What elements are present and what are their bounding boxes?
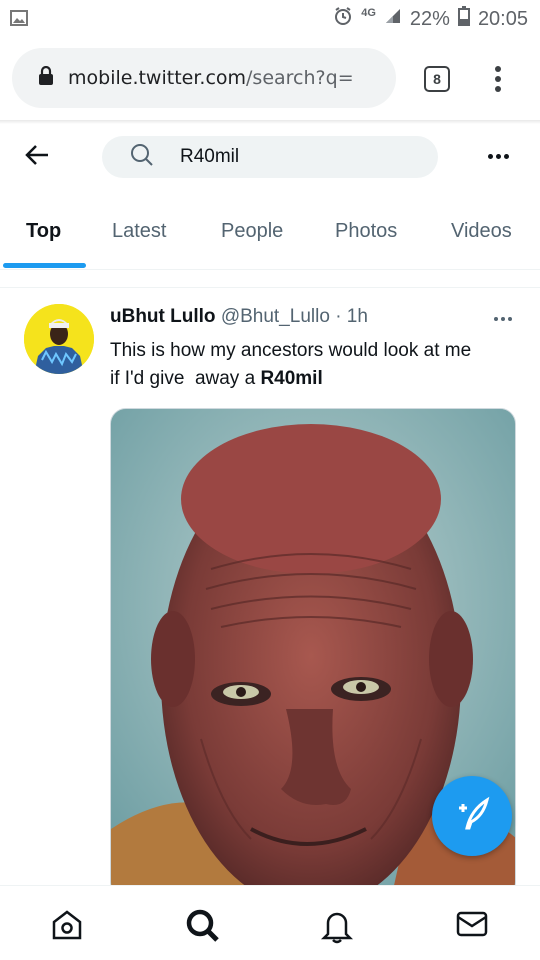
tweet-header: uBhut Lullo @Bhut_Lullo · 1h [110, 306, 368, 328]
status-bar: 4G 22% 20:05 [0, 0, 540, 38]
compose-tweet-icon [453, 796, 491, 837]
more-icon[interactable] [488, 154, 509, 159]
battery-icon [457, 6, 470, 32]
browser-menu-button[interactable] [488, 62, 508, 96]
tweet-hashtag-highlight[interactable]: R40mil [260, 368, 322, 389]
alarm-icon [333, 6, 353, 32]
notifications-bell-icon[interactable] [320, 908, 354, 949]
signal-icon [384, 7, 402, 31]
gallery-notification-icon [10, 10, 28, 31]
active-tab-indicator [3, 263, 86, 268]
back-arrow-icon[interactable] [24, 144, 50, 171]
search-icon [130, 143, 154, 172]
browser-toolbar: mobile.twitter.com/search?q= 8 [0, 38, 540, 120]
tweet-time[interactable]: 1h [347, 306, 368, 327]
address-bar[interactable]: mobile.twitter.com/search?q= [12, 48, 396, 108]
url-domain: mobile.twitter.com [68, 67, 247, 89]
tweet-text: This is how my ancestors would look at m… [110, 337, 520, 393]
author-name[interactable]: uBhut Lullo [110, 306, 216, 327]
url-text: mobile.twitter.com/search?q= [68, 67, 354, 89]
separator-dot: · [335, 306, 342, 327]
author-handle[interactable]: @Bhut_Lullo [221, 306, 330, 327]
search-tabs: Top Latest People Photos Videos [0, 196, 540, 270]
search-input[interactable]: R40mil [102, 136, 438, 178]
clock: 20:05 [477, 7, 528, 30]
search-header: R40mil [0, 124, 540, 188]
bottom-nav [0, 885, 540, 960]
tweet-text-line1: This is how my ancestors would look at m… [110, 340, 472, 361]
home-icon[interactable] [50, 908, 84, 947]
tab-videos[interactable]: Videos [451, 220, 512, 243]
lock-icon [38, 65, 54, 91]
tweet-more-icon[interactable] [494, 317, 512, 321]
tweet-text-line2: if I'd give away a [110, 368, 261, 389]
avatar[interactable] [24, 304, 94, 374]
explore-search-icon[interactable] [185, 908, 221, 949]
tab-people[interactable]: People [221, 220, 283, 243]
tab-latest[interactable]: Latest [112, 220, 166, 243]
battery-percent: 22% [409, 7, 450, 30]
search-query: R40mil [180, 146, 240, 167]
tab-top[interactable]: Top [26, 220, 61, 243]
divider [0, 270, 540, 288]
tab-switcher-button[interactable]: 8 [424, 66, 450, 92]
messages-mail-icon[interactable] [455, 908, 489, 945]
compose-tweet-button[interactable] [432, 776, 512, 856]
network-type-label: 4G [361, 7, 376, 19]
tab-photos[interactable]: Photos [335, 220, 397, 243]
url-path: /search?q= [246, 67, 354, 89]
